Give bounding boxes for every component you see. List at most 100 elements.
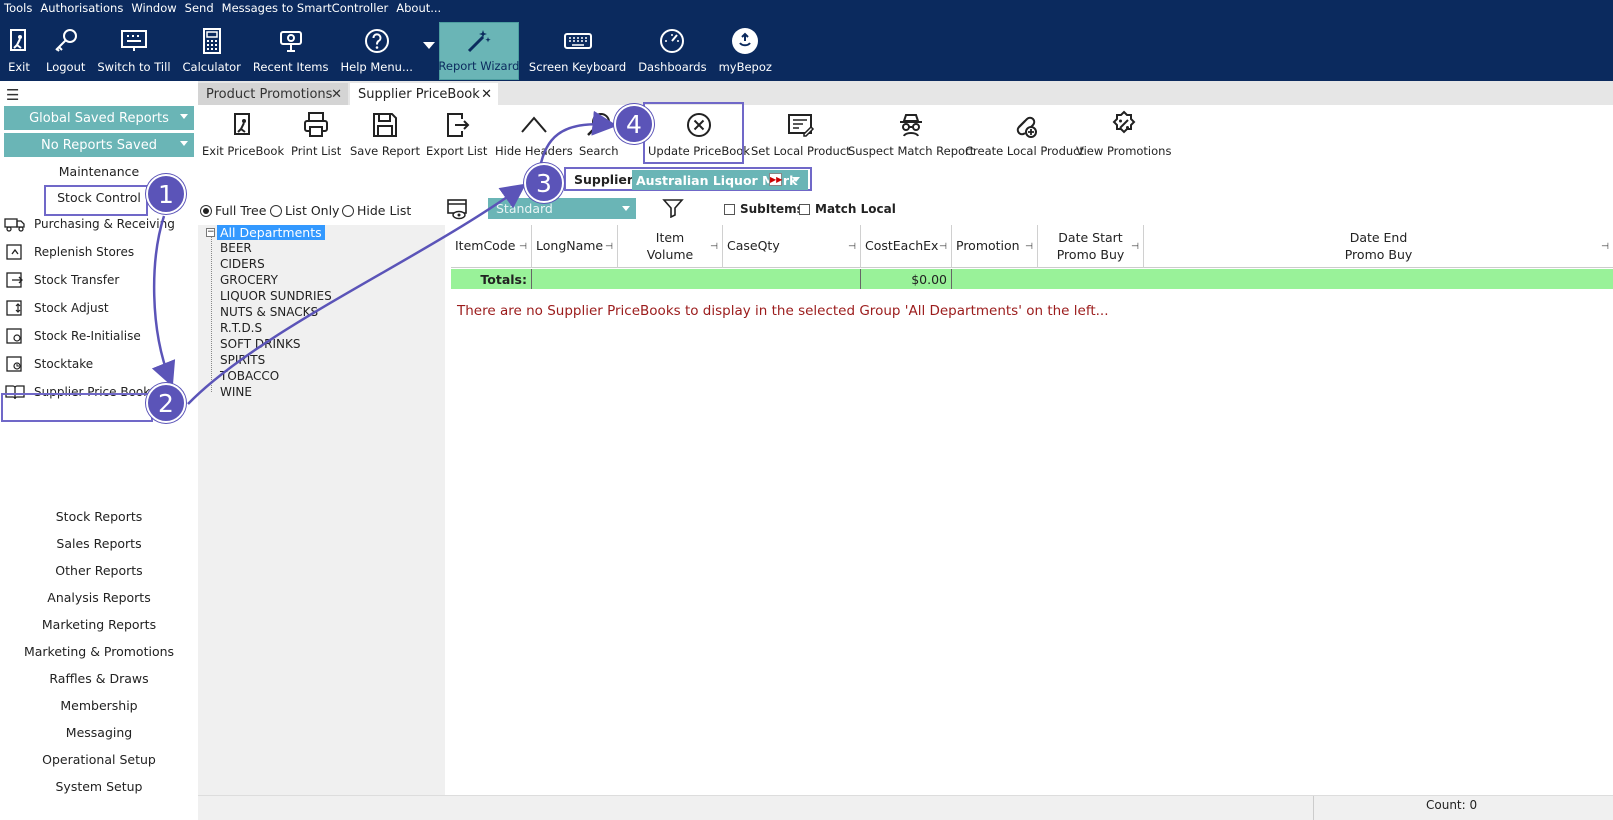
screen-keyboard-button[interactable]: Screen Keyboard (519, 22, 632, 80)
menu-send[interactable]: Send (181, 0, 218, 18)
sidebar-marketing-reports[interactable]: Marketing Reports (0, 617, 198, 632)
sidebar-operational-setup[interactable]: Operational Setup (0, 752, 198, 767)
column-header-date-start[interactable]: Date Start Promo Buy ⊣ (1038, 225, 1144, 268)
match-local-checkbox[interactable]: Match Local (799, 202, 896, 216)
supplier-dropdown[interactable]: Australian Liquor Mark ▶▶ (632, 170, 808, 190)
tree-node-all-departments[interactable]: − All Departments (206, 225, 325, 240)
tree-node-tobacco[interactable]: TOBACCO (220, 369, 279, 383)
column-header-item-volume[interactable]: Item Volume ⊣ (618, 225, 723, 268)
suspect-match-report-label: Suspect Match Report (848, 144, 975, 158)
fast-forward-icon[interactable]: ▶▶ (769, 173, 782, 186)
view-layout-icon[interactable] (446, 198, 470, 220)
exit-button[interactable]: Exit (0, 22, 40, 80)
pin-icon[interactable]: ⊣ (1025, 241, 1033, 253)
column-header-caseqty[interactable]: CaseQty ⊣ (723, 225, 861, 268)
collapse-icon[interactable]: − (206, 228, 215, 237)
sidebar-item-purchasing-receiving[interactable]: Purchasing & Receiving (0, 213, 198, 235)
tab-supplier-pricebook[interactable]: Supplier PriceBook ✕ (350, 83, 498, 105)
menu-authorisations[interactable]: Authorisations (36, 0, 127, 18)
switch-to-till-button[interactable]: Switch to Till (91, 22, 176, 80)
hide-list-radio[interactable]: Hide List (342, 203, 411, 218)
tab-product-promotions[interactable]: Product Promotions ✕ (198, 83, 348, 105)
sidebar-marketing-promotions[interactable]: Marketing & Promotions (0, 644, 198, 659)
pin-icon[interactable]: ⊣ (710, 241, 718, 253)
sidebar-item-replenish-stores[interactable]: Replenish Stores (0, 241, 198, 263)
filter-icon[interactable] (662, 198, 684, 218)
sidebar-stock-reports[interactable]: Stock Reports (0, 509, 198, 524)
top-bar: Tools Authorisations Window Send Message… (0, 0, 1613, 81)
sidebar-analysis-reports[interactable]: Analysis Reports (0, 590, 198, 605)
tree-node-nuts-snacks[interactable]: NUTS & SNACKS (220, 305, 318, 319)
report-wizard-button[interactable]: Report Wizard (438, 22, 519, 80)
column-header-itemcode[interactable]: ItemCode ⊣ (451, 225, 532, 268)
pin-icon[interactable]: ⊣ (519, 241, 527, 253)
column-header-costeachex[interactable]: CostEachEx ⊣ (861, 225, 952, 268)
column-header-promotion[interactable]: Promotion ⊣ (952, 225, 1038, 268)
tree-node-beer[interactable]: BEER (220, 241, 252, 255)
tree-node-soft-drinks[interactable]: SOFT DRINKS (220, 337, 300, 351)
search-button[interactable]: Search (579, 110, 619, 158)
column-label: Item Volume (646, 229, 694, 262)
hamburger-icon[interactable]: ☰ (6, 86, 19, 104)
menu-tools[interactable]: Tools (0, 0, 36, 18)
sidebar-messaging[interactable]: Messaging (0, 725, 198, 740)
tree-node-grocery[interactable]: GROCERY (220, 273, 278, 287)
tree-node-wine[interactable]: WINE (220, 385, 252, 399)
create-local-product-button[interactable]: Create Local Product (965, 110, 1084, 158)
full-tree-radio[interactable]: Full Tree (200, 203, 266, 218)
dashboards-button[interactable]: Dashboards (632, 22, 712, 80)
hide-list-label: Hide List (357, 203, 412, 218)
sidebar-sales-reports[interactable]: Sales Reports (0, 536, 198, 551)
pin-icon[interactable]: ⊣ (605, 241, 613, 253)
suspect-match-report-button[interactable]: Suspect Match Report (848, 110, 974, 158)
logout-button[interactable]: Logout (40, 22, 91, 80)
totals-row: Totals: $0.00 (451, 269, 1613, 289)
exit-pricebook-button[interactable]: Exit PriceBook (202, 110, 284, 158)
tree-node-liquor-sundries[interactable]: LIQUOR SUNDRIES (220, 289, 332, 303)
pin-icon[interactable]: ⊣ (1601, 241, 1609, 253)
subitems-checkbox[interactable]: SubItems (724, 202, 804, 216)
save-report-button[interactable]: Save Report (350, 110, 420, 158)
sidebar-system-setup[interactable]: System Setup (0, 779, 198, 794)
sidebar-item-stock-transfer[interactable]: Stock Transfer (0, 269, 198, 291)
column-header-longname[interactable]: LongName ⊣ (532, 225, 618, 268)
list-only-radio[interactable]: List Only (270, 203, 339, 218)
tree-node-ciders[interactable]: CIDERS (220, 257, 265, 271)
logout-label: Logout (46, 60, 86, 74)
tree-node-spirits[interactable]: SPIRITS (220, 353, 265, 367)
menu-about[interactable]: About... (392, 0, 445, 18)
calculator-button[interactable]: Calculator (177, 22, 247, 80)
highlight-stock-control (44, 185, 148, 216)
sidebar-item-stock-adjust[interactable]: Stock Adjust (0, 297, 198, 319)
help-menu-dropdown[interactable] (419, 22, 439, 80)
pin-icon[interactable]: ⊣ (939, 241, 947, 253)
hide-headers-button[interactable]: Hide Headers (495, 110, 573, 158)
export-list-button[interactable]: Export List (426, 110, 487, 158)
sidebar-raffles-draws[interactable]: Raffles & Draws (0, 671, 198, 686)
sidebar-item-stocktake[interactable]: Stocktake (0, 353, 198, 375)
recent-items-button[interactable]: Recent Items (247, 22, 335, 80)
status-bar: Count: 0 (198, 795, 1613, 820)
tree-node-rtds[interactable]: R.T.D.S (220, 321, 262, 335)
help-menu-button[interactable]: Help Menu... (335, 22, 419, 80)
close-icon[interactable]: ✕ (481, 87, 492, 102)
column-header-date-end[interactable]: Date End Promo Buy ⊣ (1144, 225, 1613, 268)
pin-icon[interactable]: ⊣ (1131, 241, 1139, 253)
print-list-button[interactable]: Print List (291, 110, 341, 158)
close-icon[interactable]: ✕ (331, 87, 342, 102)
sidebar-other-reports[interactable]: Other Reports (0, 563, 198, 578)
menu-messages[interactable]: Messages to SmartController (218, 0, 393, 18)
pin-icon[interactable]: ⊣ (848, 241, 856, 253)
global-saved-reports-dropdown[interactable]: Global Saved Reports (4, 106, 194, 130)
view-promotions-button[interactable]: View Promotions (1076, 110, 1171, 158)
edit-list-icon (787, 114, 814, 137)
calculator-icon (202, 28, 221, 54)
menu-window[interactable]: Window (127, 0, 180, 18)
set-local-product-button[interactable]: Set Local Product (751, 110, 851, 158)
set-local-product-label: Set Local Product (751, 144, 851, 158)
layout-dropdown[interactable]: Standard (488, 198, 636, 219)
no-reports-saved-dropdown[interactable]: No Reports Saved (4, 133, 194, 157)
sidebar-membership[interactable]: Membership (0, 698, 198, 713)
sidebar-item-stock-reinitialise[interactable]: Stock Re-Initialise (0, 325, 198, 347)
mybepoz-button[interactable]: myBepoz (713, 22, 778, 80)
